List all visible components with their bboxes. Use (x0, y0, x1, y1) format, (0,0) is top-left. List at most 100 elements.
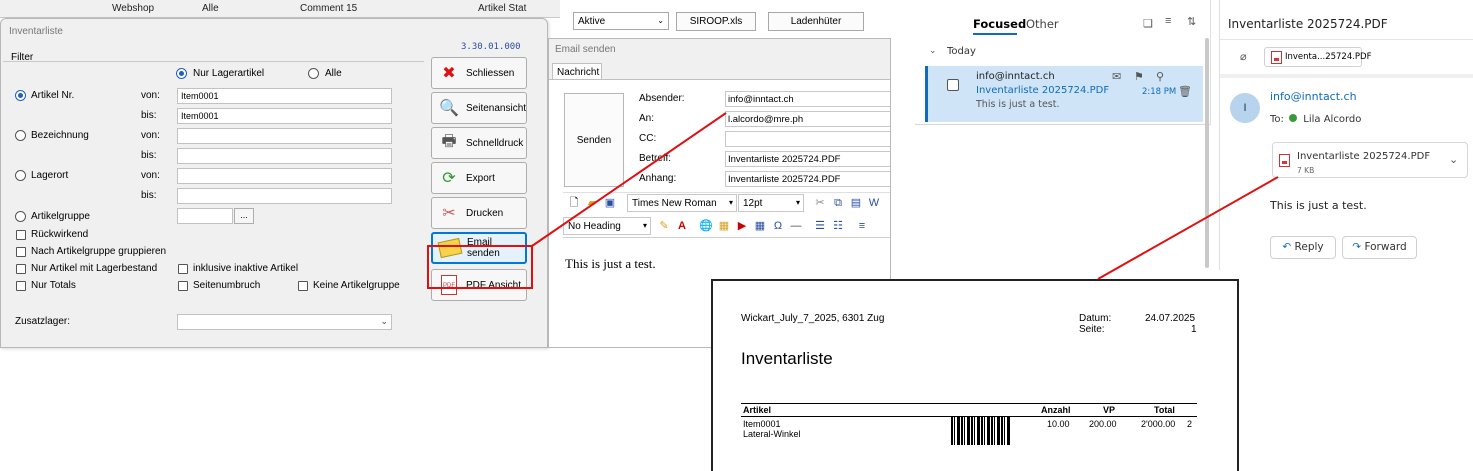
chevron-down-icon[interactable]: ⌄ (1449, 153, 1458, 166)
chevron-down-icon[interactable]: ⌄ (929, 45, 937, 56)
bezeichnung-bis-input[interactable] (177, 148, 392, 164)
row-extra: 2 (1187, 419, 1193, 429)
artikel-bis-input[interactable]: Item0001 (177, 108, 392, 124)
horizontal-rule-icon[interactable]: — (789, 219, 803, 233)
senden-button[interactable]: Senden (564, 93, 624, 187)
cut-icon[interactable]: ✂ (813, 196, 827, 210)
message-list-item[interactable]: info@inntact.ch Inventarliste 2025724.PD… (925, 66, 1203, 122)
highlight-icon[interactable]: ✎ (657, 219, 671, 233)
radio-bezeichnung[interactable] (15, 130, 26, 141)
drucken-button[interactable]: ✂ Drucken (431, 197, 527, 229)
link-icon[interactable]: 🌐 (699, 219, 713, 233)
divider (1220, 39, 1473, 40)
tab-focused-indicator (973, 33, 1017, 35)
table-icon[interactable]: ▦ (753, 219, 767, 233)
tab-nachricht[interactable]: Nachricht (552, 63, 602, 80)
status-combo[interactable]: Aktive ⌄ (573, 12, 669, 30)
message-preview: This is just a test. (976, 99, 1060, 110)
radio-nur-lagerartikel[interactable] (176, 68, 187, 79)
bis-label: bis: (141, 190, 157, 201)
schliessen-button[interactable]: ✖ Schliessen (431, 57, 527, 89)
radio-alle[interactable] (308, 68, 319, 79)
copy-icon[interactable]: ⧉ (831, 196, 845, 210)
inaktive-checkbox[interactable] (178, 264, 188, 274)
col-vp: VP (1103, 405, 1116, 415)
ladenhueter-button[interactable]: Ladenhüter (768, 12, 864, 31)
artikel-von-input[interactable]: Item0001 (177, 88, 392, 104)
nur-totals-checkbox[interactable] (16, 281, 26, 291)
siroop-button[interactable]: SIROOP.xls (676, 12, 756, 31)
lagerort-label: Lagerort (31, 170, 69, 181)
radio-artikel-nr[interactable] (15, 90, 26, 101)
group-today: Today (947, 46, 976, 57)
seitenansicht-button[interactable]: 🔍 Seitenansicht (431, 92, 527, 124)
outlook-message-list: Focused Other ❏ ≡ ⇅ ⌄ Today info@inntact… (915, 0, 1211, 125)
nach-gruppe-checkbox[interactable] (16, 247, 26, 257)
font-color-icon[interactable]: A (675, 219, 689, 233)
keine-gruppe-checkbox[interactable] (298, 281, 308, 291)
zusatzlager-label: Zusatzlager: (15, 316, 71, 327)
schliessen-label: Schliessen (466, 67, 515, 79)
bullet-list-icon[interactable]: ☷ (831, 219, 845, 233)
seitenumbruch-checkbox[interactable] (178, 281, 188, 291)
window-title: Inventarliste (9, 26, 63, 37)
attachment-chip[interactable]: Inventa...25724.PDF (1264, 47, 1372, 67)
flag-icon[interactable]: ⚑ (1134, 70, 1144, 83)
lagerbestand-checkbox[interactable] (16, 264, 26, 274)
bg-strip-item: Artikel Stat (478, 3, 527, 14)
save-icon[interactable]: ▣ (603, 196, 617, 210)
outlook-reading-pane: Inventarliste 2025724.PDF ⌀ Inventa...25… (1219, 0, 1473, 270)
an-field[interactable]: l.alcordo@mre.ph (725, 111, 890, 127)
attachment-card[interactable]: Inventarliste 2025724.PDF 7 KB ⌄ (1272, 142, 1468, 178)
image-icon[interactable]: ▦ (717, 219, 731, 233)
envelope-open-icon[interactable]: ✉ (1112, 70, 1121, 83)
export-button[interactable]: ⟳ Export (431, 162, 527, 194)
trash-icon[interactable]: 🗑 (1178, 85, 1192, 98)
font-family-select[interactable]: Times New Roman ▾ (627, 194, 737, 212)
font-size-select[interactable]: 12pt ▾ (738, 194, 804, 212)
font-size-value: 12pt (743, 198, 763, 209)
video-icon[interactable]: ▶ (735, 219, 749, 233)
anhang-field[interactable]: Inventarliste 2025724.PDF (725, 171, 890, 187)
absender-field[interactable]: info@inntact.ch (725, 91, 890, 107)
betreff-field[interactable]: Inventarliste 2025724.PDF (725, 151, 890, 167)
email-body-text[interactable]: This is just a test. (565, 256, 656, 272)
artikelgruppe-input[interactable] (177, 208, 233, 224)
word-icon[interactable]: W (867, 196, 881, 210)
tab-focused[interactable]: Focused (973, 17, 1026, 31)
bg-strip-item: Webshop (112, 3, 155, 14)
bezeichnung-von-input[interactable] (177, 128, 392, 144)
heading-select[interactable]: No Heading ▾ (563, 217, 651, 235)
radio-lagerort[interactable] (15, 170, 26, 181)
reply-button[interactable]: ↶ Reply (1270, 236, 1336, 259)
rueckwirkend-label: Rückwirkend (31, 229, 89, 240)
omega-icon[interactable]: Ω (771, 219, 785, 233)
new-doc-icon[interactable]: 🗋 (567, 196, 581, 210)
nach-gruppe-label: Nach Artikelgruppe gruppieren (31, 246, 167, 257)
scrollbar[interactable] (1205, 38, 1209, 268)
chevron-down-icon: ⌄ (380, 316, 388, 326)
bg-strip-item: Alle (202, 3, 219, 14)
message-checkbox[interactable] (947, 79, 959, 91)
forward-button[interactable]: ↷ Forward (1342, 236, 1417, 259)
align-left-icon[interactable]: ≡ (855, 219, 869, 233)
schnelldruck-button[interactable]: 🖶 Schnelldruck (431, 127, 527, 159)
zusatzlager-select[interactable]: ⌄ (177, 314, 392, 330)
select-mode-icon[interactable]: ❏ (1143, 17, 1153, 30)
radio-artikelgruppe[interactable] (15, 211, 26, 222)
report-seite-label: Seite: (1079, 324, 1105, 335)
reply-label: Reply (1294, 241, 1324, 253)
numbered-list-icon[interactable]: ☰ (813, 219, 827, 233)
artikelgruppe-browse-button[interactable]: ... (234, 208, 254, 224)
open-folder-icon[interactable]: ▰ (585, 196, 599, 210)
cc-field[interactable] (725, 131, 890, 147)
lagerort-bis-input[interactable] (177, 188, 392, 204)
filter-icon[interactable]: ≡ (1165, 15, 1171, 27)
lagerort-von-input[interactable] (177, 168, 392, 184)
pin-icon[interactable]: ⚲ (1156, 70, 1164, 83)
sort-icon[interactable]: ⇅ (1187, 15, 1196, 28)
rueckwirkend-checkbox[interactable] (16, 230, 26, 240)
reading-from[interactable]: info@inntact.ch (1270, 90, 1357, 103)
paste-icon[interactable]: ▤ (849, 196, 863, 210)
tab-other[interactable]: Other (1026, 17, 1059, 31)
